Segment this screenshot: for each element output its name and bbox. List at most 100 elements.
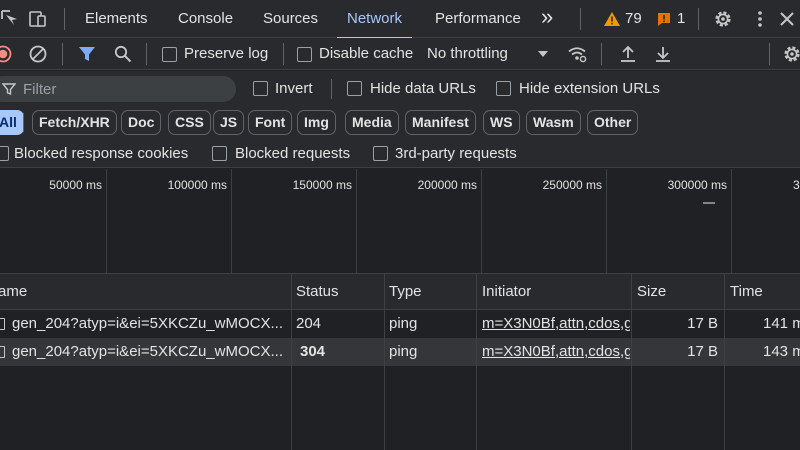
overview-request-bar: [703, 202, 715, 204]
third-party-requests-label[interactable]: 3rd-party requests: [395, 145, 517, 162]
type-filter-wasm[interactable]: Wasm: [526, 110, 581, 135]
request-initiator-link[interactable]: m=X3N0Bf,attn,cdos,g: [482, 310, 630, 338]
request-status: 304: [300, 343, 326, 360]
overview-tick-label: 250000 ms: [542, 178, 602, 192]
blocked-response-cookies-checkbox[interactable]: [0, 146, 9, 161]
search-icon[interactable]: [113, 44, 133, 64]
type-filter-img[interactable]: Img: [297, 110, 336, 135]
export-har-download-icon[interactable]: [653, 44, 673, 64]
settings-gear-icon[interactable]: [713, 9, 733, 29]
resource-type-filter-bar: All Fetch/XHR Doc CSS JS Font Img Media …: [0, 107, 800, 138]
more-tabs-chevron-icon[interactable]: »: [541, 0, 553, 36]
device-toolbar-icon[interactable]: [28, 9, 48, 29]
request-initiator-link[interactable]: m=X3N0Bf,attn,cdos,g: [482, 338, 630, 366]
type-filter-doc[interactable]: Doc: [121, 110, 162, 135]
preserve-log-label[interactable]: Preserve log: [184, 45, 268, 62]
request-size: 17 B: [687, 315, 718, 332]
warning-icon[interactable]: [603, 11, 621, 27]
issues-icon[interactable]: [656, 11, 672, 27]
column-header-size[interactable]: Size: [637, 274, 666, 310]
column-header-status[interactable]: Status: [296, 274, 339, 310]
overview-tick-label: 150000 ms: [292, 178, 352, 192]
network-overview-timeline[interactable]: 50000 ms 100000 ms 150000 ms 200000 ms 2…: [0, 169, 800, 274]
overview-tick-label: 50000 ms: [49, 178, 102, 192]
request-time: 143 m: [763, 343, 800, 360]
column-header-name[interactable]: ame: [0, 274, 27, 310]
type-filter-all[interactable]: All: [0, 110, 24, 135]
preserve-log-checkbox[interactable]: [162, 47, 177, 62]
more-options-icon[interactable]: [750, 9, 770, 29]
throttling-select[interactable]: No throttling: [427, 45, 508, 62]
column-divider[interactable]: [724, 274, 725, 450]
chip-separator: [23, 113, 24, 132]
type-filter-js[interactable]: JS: [213, 110, 245, 135]
column-divider[interactable]: [631, 274, 632, 450]
overview-tick-label: 200000 ms: [417, 178, 477, 192]
column-header-time[interactable]: Time: [730, 274, 763, 310]
tab-separator: [64, 8, 65, 30]
record-stop-icon[interactable]: [0, 45, 12, 63]
document-icon: [0, 346, 5, 358]
table-row[interactable]: gen_204?atyp=i&ei=5XKCZu_wMOCX... 304 pi…: [0, 338, 800, 366]
request-time: 141 m: [763, 315, 800, 332]
column-divider[interactable]: [384, 274, 385, 450]
toolbar-separator: [62, 43, 63, 65]
overview-tick-label: 100000 ms: [167, 178, 227, 192]
hide-extension-urls-label[interactable]: Hide extension URLs: [519, 80, 660, 97]
inspect-element-icon[interactable]: [0, 9, 20, 29]
type-filter-font[interactable]: Font: [248, 110, 293, 135]
filter-input[interactable]: [23, 76, 223, 102]
hide-extension-urls-checkbox[interactable]: [496, 81, 511, 96]
invert-checkbox[interactable]: [253, 81, 268, 96]
request-name[interactable]: gen_204?atyp=i&ei=5XKCZu_wMOCX...: [12, 338, 288, 366]
network-settings-gear-icon[interactable]: [782, 44, 800, 64]
blocked-response-cookies-label[interactable]: Blocked response cookies: [14, 145, 188, 162]
request-status: 204: [296, 315, 322, 332]
filter-funnel-icon[interactable]: [77, 44, 97, 64]
network-conditions-wifi-icon[interactable]: [567, 44, 587, 64]
table-row[interactable]: gen_204?atyp=i&ei=5XKCZu_wMOCX... 204 pi…: [0, 310, 800, 338]
blocked-requests-checkbox[interactable]: [212, 146, 227, 161]
toolbar-separator: [146, 43, 147, 65]
disable-cache-label[interactable]: Disable cache: [319, 45, 413, 62]
type-filter-fetch-xhr[interactable]: Fetch/XHR: [32, 110, 117, 135]
column-divider[interactable]: [291, 274, 292, 450]
hide-data-urls-checkbox[interactable]: [347, 81, 362, 96]
type-filter-manifest[interactable]: Manifest: [405, 110, 476, 135]
network-toolbar: Preserve log Disable cache No throttling: [0, 38, 800, 70]
overview-tick-label: 3: [793, 178, 800, 192]
type-filter-other[interactable]: Other: [587, 110, 639, 135]
invert-label[interactable]: Invert: [275, 80, 313, 97]
type-filter-css[interactable]: CSS: [168, 110, 211, 135]
filter-funnel-icon: [2, 83, 16, 96]
tab-sources[interactable]: Sources: [263, 0, 318, 38]
tab-network[interactable]: Network: [336, 0, 413, 39]
toolbar-separator: [601, 43, 602, 65]
toolbar-separator: [769, 43, 770, 65]
tab-performance[interactable]: Performance: [435, 0, 521, 38]
column-header-initiator[interactable]: Initiator: [482, 274, 531, 310]
hide-data-urls-label[interactable]: Hide data URLs: [370, 80, 476, 97]
chevron-down-icon[interactable]: [537, 49, 549, 59]
issues-count[interactable]: 1: [677, 0, 685, 38]
request-name[interactable]: gen_204?atyp=i&ei=5XKCZu_wMOCX...: [12, 310, 288, 338]
import-har-upload-icon[interactable]: [618, 44, 638, 64]
close-icon[interactable]: [777, 9, 797, 29]
tab-console[interactable]: Console: [178, 0, 233, 38]
clear-log-icon[interactable]: [28, 44, 48, 64]
blocked-requests-label[interactable]: Blocked requests: [235, 145, 350, 162]
request-type: ping: [389, 343, 418, 360]
table-header: ame Status Type Initiator Size Time: [0, 274, 800, 310]
tab-separator: [698, 8, 699, 30]
third-party-requests-checkbox[interactable]: [373, 146, 388, 161]
request-type: ping: [389, 315, 418, 332]
tab-elements[interactable]: Elements: [85, 0, 148, 38]
disable-cache-checkbox[interactable]: [297, 47, 312, 62]
warnings-count[interactable]: 79: [625, 0, 642, 38]
column-header-type[interactable]: Type: [389, 274, 422, 310]
type-filter-ws[interactable]: WS: [483, 110, 520, 135]
type-filter-media[interactable]: Media: [345, 110, 399, 135]
requests-table: ame Status Type Initiator Size Time gen_…: [0, 274, 800, 450]
column-divider[interactable]: [476, 274, 477, 450]
blocked-filters-bar: Blocked response cookies Blocked request…: [0, 138, 800, 168]
